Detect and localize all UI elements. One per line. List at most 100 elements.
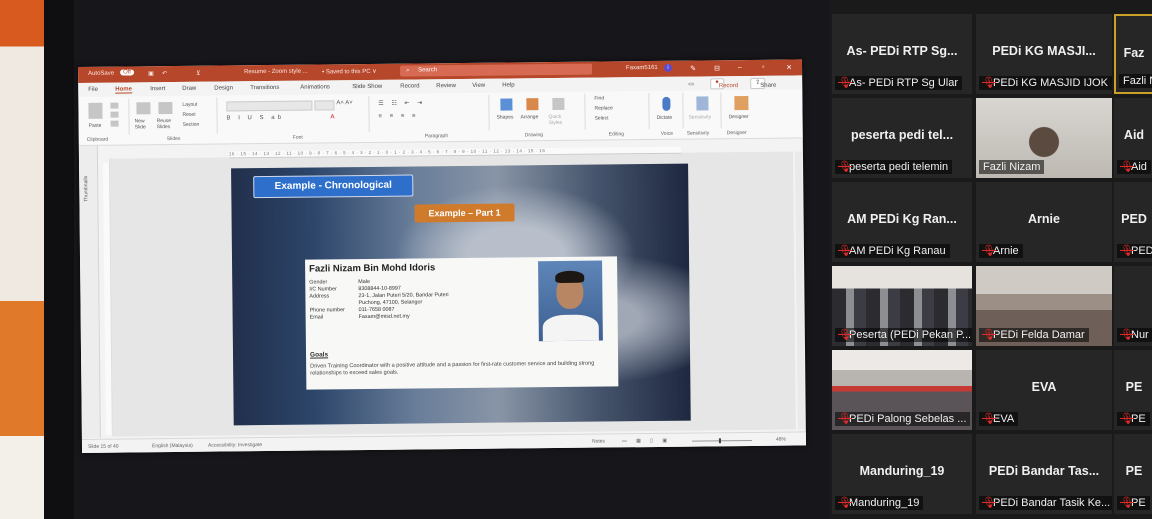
notes-button[interactable]: Notes — [592, 439, 605, 445]
tab-slide-show[interactable]: Slide Show — [352, 84, 382, 90]
group-drawing: Shapes Arrange Quick Styles — [492, 93, 586, 131]
field-value: Puchong, 47100, Selangor — [358, 299, 423, 307]
save-status[interactable]: • Saved to this PC ∨ — [322, 68, 377, 76]
participant-name-label: Fazli Nizam — [979, 160, 1045, 174]
field-label — [310, 304, 359, 305]
autosave-toggle[interactable]: Off — [120, 69, 134, 76]
zoom-thumb[interactable] — [718, 438, 721, 444]
tab-insert[interactable]: Insert — [150, 86, 165, 92]
participant-tile[interactable]: EVA 🎙 EVA — [976, 350, 1112, 430]
participant-tile[interactable]: Faz Fazli N — [1114, 14, 1152, 94]
font-grow-icon[interactable]: A˄ A˅ — [336, 100, 352, 106]
tab-transitions[interactable]: Transitions — [250, 85, 279, 91]
designer-icon[interactable] — [734, 95, 749, 111]
reset-button[interactable]: Reset — [182, 112, 195, 118]
font-size-box[interactable] — [314, 100, 335, 111]
participant-name: PEDi KG MASJID IJOK — [993, 77, 1108, 89]
save-icon[interactable]: ▣ — [148, 70, 154, 77]
shapes-label: Shapes — [496, 114, 514, 121]
muted-mic-icon: 🎙 — [982, 245, 996, 257]
paste-icon[interactable] — [88, 102, 103, 119]
tab-animations[interactable]: Animations — [300, 84, 330, 90]
share-button[interactable]: ⇪ Share — [750, 77, 776, 89]
copy-icon[interactable] — [110, 111, 119, 118]
participant-tile[interactable]: 🎙 Peserta (PEDi Pekan P... — [832, 266, 972, 346]
user-name[interactable]: Faxam5161 — [626, 65, 658, 71]
search-icon: ⌕ — [406, 67, 410, 74]
font-color-icon[interactable]: A — [331, 114, 335, 120]
customize-toolbar-icon[interactable]: ⊻ — [196, 70, 200, 77]
replace-button[interactable]: Replace — [594, 105, 612, 111]
tab-help[interactable]: Help — [502, 82, 514, 88]
tab-draw[interactable]: Draw — [182, 86, 196, 92]
participant-tile[interactable]: AM PEDi Kg Ran... 🎙 AM PEDi Kg Ranau — [832, 182, 972, 262]
resume-card[interactable]: Fazli Nizam Bin Mohd Idoris Gender Male I… — [305, 256, 619, 390]
participant-tile[interactable]: 🎙 PEDi Palong Sebelas ... — [832, 350, 972, 430]
tab-file[interactable]: File — [88, 87, 98, 93]
close-icon[interactable]: ✕ — [786, 64, 792, 72]
reuse-slides-icon[interactable] — [158, 102, 173, 115]
participant-display-name: Aid — [1123, 128, 1145, 142]
sensitivity-icon[interactable] — [696, 96, 709, 111]
tab-view[interactable]: View — [472, 83, 485, 89]
participant-display-name: Arnie — [1028, 212, 1060, 226]
tab-design[interactable]: Design — [214, 85, 233, 91]
tab-review[interactable]: Review — [436, 83, 456, 89]
autosave-label: AutoSave — [88, 70, 115, 77]
avatar[interactable]: i — [663, 63, 673, 72]
participant-tile[interactable]: PEDi KG MASJI... 🎙 PEDi KG MASJID IJOK — [976, 14, 1112, 94]
participant-tile[interactable]: 🎙 Nur — [1114, 266, 1152, 346]
thumbnails-panel[interactable]: Thumbnails — [78, 145, 101, 438]
participant-name: Fazli Nizam — [983, 161, 1041, 173]
restore-ribbon-icon[interactable]: ⊟ — [714, 64, 720, 72]
participant-tile[interactable]: 🎙 PEDi Felda Damar — [976, 266, 1112, 346]
arrange-icon[interactable] — [526, 98, 539, 111]
list-icons[interactable]: ☰ ☷ ⇤ ⇥ — [378, 99, 425, 106]
slide-canvas[interactable]: Example - Chronological Example – Part 1… — [231, 163, 691, 426]
select-button[interactable]: Select — [595, 115, 609, 121]
accessibility-status[interactable]: Accessibility: Investigate — [208, 442, 262, 449]
zoom-slider[interactable] — [691, 438, 752, 444]
comments-icon[interactable]: ▭ — [688, 81, 694, 88]
field-row: Email Faxam@misd.net.my — [310, 314, 410, 321]
maximize-icon[interactable]: ▫ — [762, 64, 765, 71]
participant-name-label: 🎙 PEDi KG MASJID IJOK — [979, 76, 1112, 90]
pen-icon[interactable]: ✎ — [690, 65, 696, 73]
participant-tile[interactable]: PE 🎙 PE — [1114, 434, 1152, 514]
participant-tile[interactable]: PED 🎙 PED — [1114, 182, 1152, 262]
section-button[interactable]: Section — [183, 122, 200, 128]
participant-name-label: 🎙 PED — [1117, 244, 1152, 258]
font-name-box[interactable] — [226, 100, 313, 112]
participant-tile[interactable]: Arnie 🎙 Arnie — [976, 182, 1112, 262]
participant-tile[interactable]: Fazli Nizam — [976, 98, 1112, 178]
cut-icon[interactable] — [110, 102, 119, 109]
participant-tile[interactable]: As- PEDi RTP Sg... 🎙 As- PEDi RTP Sg Ular — [832, 14, 972, 94]
tab-record[interactable]: Record — [400, 83, 419, 89]
view-buttons[interactable]: ▭ ▦ ▯ ▣ — [622, 438, 671, 445]
tab-home[interactable]: Home — [115, 86, 132, 94]
vertical-scrollbar[interactable] — [794, 151, 805, 430]
shapes-icon[interactable] — [500, 98, 513, 111]
language-status[interactable]: English (Malaysia) — [152, 443, 193, 449]
undo-icon[interactable]: ↶ — [162, 70, 167, 77]
minimize-icon[interactable]: – — [738, 64, 742, 71]
dictate-icon[interactable] — [662, 96, 671, 111]
participant-tile[interactable]: Manduring_19 🎙 Manduring_19 — [832, 434, 972, 514]
search-box[interactable]: ⌕ Search — [400, 63, 593, 77]
part-badge[interactable]: Example – Part 1 — [414, 203, 515, 223]
participant-tile[interactable]: Aid 🎙 Aid — [1114, 98, 1152, 178]
quick-styles-icon[interactable] — [552, 97, 565, 111]
layout-button[interactable]: Layout — [182, 102, 197, 108]
participant-tile[interactable]: peserta pedi tel... 🎙 peserta pedi telemin — [832, 98, 972, 178]
participant-tile[interactable]: PEDi Bandar Tas... 🎙 PEDi Bandar Tasik Ke.… — [976, 434, 1112, 514]
chronological-badge[interactable]: Example - Chronological — [253, 174, 414, 199]
find-button[interactable]: Find — [594, 95, 604, 101]
font-style-icons[interactable]: B I U S ab — [227, 115, 284, 122]
align-icons[interactable]: ≡ ≡ ≡ ≡ — [379, 113, 419, 119]
participant-tile[interactable]: PE 🎙 PE — [1114, 350, 1152, 430]
format-painter-icon[interactable] — [110, 120, 119, 127]
participant-name: PEDi Palong Sebelas ... — [849, 413, 967, 425]
participant-name-label: 🎙 AM PEDi Kg Ranau — [835, 244, 950, 258]
new-slide-icon[interactable] — [136, 102, 151, 115]
record-button[interactable]: ● Record — [710, 78, 738, 90]
